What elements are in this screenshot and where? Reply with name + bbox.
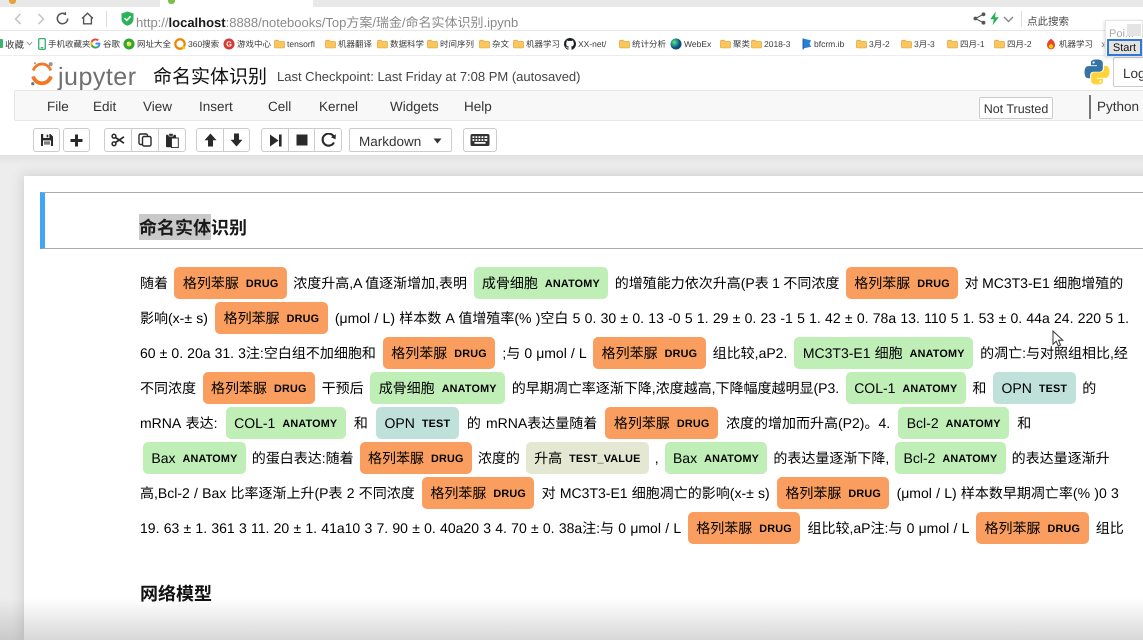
svg-text:G: G	[226, 40, 232, 48]
